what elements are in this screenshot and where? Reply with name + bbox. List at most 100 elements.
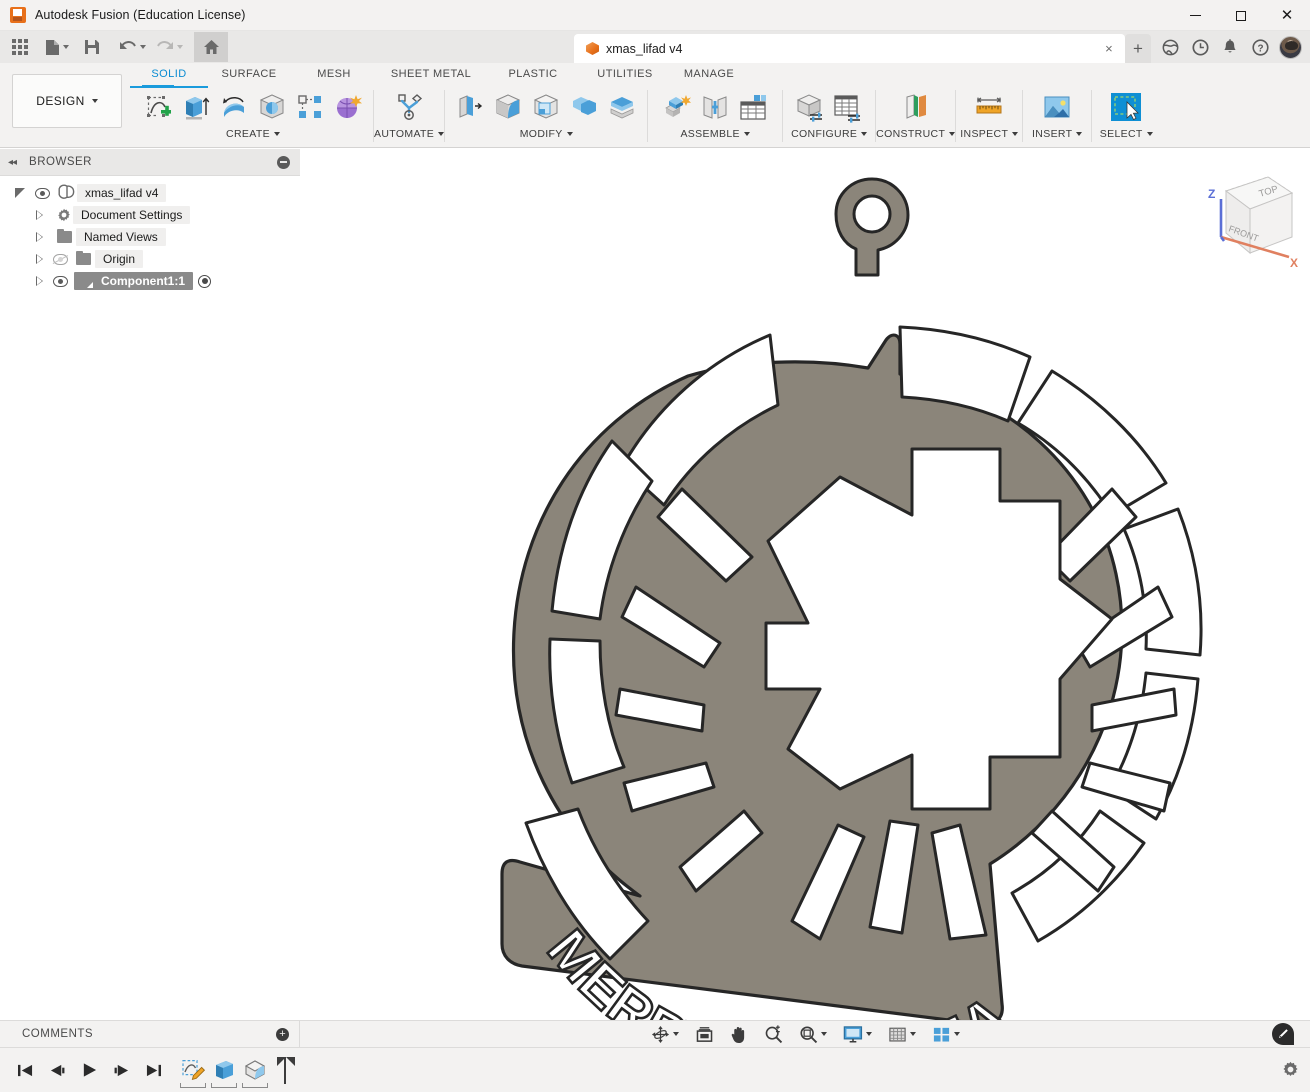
expander-closed-icon[interactable] <box>34 275 45 287</box>
tree-row-root[interactable]: xmas_lifad v4 <box>0 182 300 204</box>
create-form-icon[interactable] <box>332 91 364 123</box>
browser-minimize-button[interactable] <box>277 155 290 169</box>
timeline-feature-bracket <box>180 1083 206 1088</box>
timeline-go-to-end-button[interactable] <box>142 1059 164 1081</box>
home-button[interactable] <box>194 32 228 62</box>
timeline-end-marker[interactable] <box>277 1057 295 1084</box>
timeline-step-back-button[interactable] <box>46 1059 68 1081</box>
tab-sheet-metal[interactable]: SHEET METAL <box>375 67 487 88</box>
settings-gear-button[interactable] <box>1270 1047 1310 1092</box>
configure-model-icon[interactable] <box>794 91 826 123</box>
save-button[interactable] <box>78 33 106 61</box>
ribbon-group-select: SELECT <box>1092 87 1160 145</box>
new-file-button[interactable] <box>42 33 72 61</box>
tab-surface[interactable]: SURFACE <box>205 67 293 88</box>
offset-plane-icon[interactable] <box>900 91 932 123</box>
chevron-down-icon <box>909 1032 916 1036</box>
revolve-icon[interactable] <box>218 91 250 123</box>
notifications-bell-icon[interactable] <box>1215 32 1245 62</box>
comments-panel-header[interactable]: COMMENTS + <box>0 1020 300 1047</box>
job-status-clock-icon[interactable] <box>1185 32 1215 62</box>
display-settings-icon[interactable] <box>841 1023 874 1045</box>
fusion-app-window: Autodesk Fusion (Education License) ✕ xm… <box>0 0 1310 1092</box>
fillet-icon[interactable] <box>492 91 524 123</box>
tab-utilities[interactable]: UTILITIES <box>579 67 671 88</box>
visibility-eye-icon[interactable] <box>53 275 68 287</box>
create-sketch-icon[interactable] <box>142 85 174 123</box>
undo-button[interactable] <box>116 33 149 61</box>
shell-icon[interactable] <box>530 91 562 123</box>
timeline-feature-fillet[interactable] <box>242 1057 268 1083</box>
timeline-play-button[interactable] <box>78 1059 100 1081</box>
extrude-icon[interactable] <box>180 91 212 123</box>
user-avatar[interactable] <box>1279 35 1302 59</box>
browser-collapse-icon[interactable]: ◂◂ <box>8 157 17 168</box>
minimize-button[interactable] <box>1172 0 1218 31</box>
redo-arrow-icon <box>157 41 173 49</box>
timeline-go-to-beginning-button[interactable] <box>14 1059 36 1081</box>
zoom-window-icon[interactable] <box>797 1023 829 1045</box>
app-grid-button[interactable] <box>6 33 34 61</box>
workspace-selector[interactable]: DESIGN <box>12 74 122 128</box>
tab-manage[interactable]: MANAGE <box>671 67 747 88</box>
timeline-feature-sketch[interactable] <box>180 1057 206 1083</box>
close-icon[interactable]: × <box>1099 39 1119 59</box>
viewports-icon[interactable] <box>930 1023 962 1045</box>
chevron-down-icon <box>1012 132 1019 136</box>
window-controls: ✕ <box>1172 0 1310 31</box>
markup-pencil-badge[interactable] <box>1272 1023 1294 1045</box>
visibility-eye-icon[interactable] <box>35 187 50 199</box>
insert-image-icon[interactable] <box>1041 91 1073 123</box>
configuration-table-icon[interactable] <box>832 91 864 123</box>
grid-snaps-icon[interactable] <box>886 1023 918 1045</box>
pattern-icon[interactable] <box>294 91 326 123</box>
tree-row-document-settings[interactable]: Document Settings <box>0 204 300 226</box>
automate-generative-icon[interactable] <box>393 91 425 123</box>
ribbon-group-label-assemble: ASSEMBLE <box>680 128 750 140</box>
grid-apps-icon <box>12 39 28 55</box>
visibility-eye-off-icon[interactable] <box>52 253 69 265</box>
help-icon[interactable]: ? <box>1245 32 1275 62</box>
maximize-button[interactable] <box>1218 0 1264 31</box>
chevron-down-icon <box>566 132 573 136</box>
globe-status-icon[interactable] <box>1155 32 1185 62</box>
zoom-icon[interactable] <box>762 1023 785 1045</box>
ribbon-group-label-inspect: INSPECT <box>960 128 1019 140</box>
view-cube[interactable]: TOP FRONT Z X <box>1190 171 1300 276</box>
new-tab-button[interactable]: + <box>1124 34 1151 63</box>
timeline-step-forward-button[interactable] <box>110 1059 132 1081</box>
look-at-icon[interactable] <box>693 1023 716 1045</box>
press-pull-icon[interactable] <box>454 91 486 123</box>
tree-row-named-views[interactable]: Named Views <box>0 226 300 248</box>
combine-icon[interactable] <box>568 91 600 123</box>
close-button[interactable]: ✕ <box>1264 0 1310 31</box>
document-tab[interactable]: xmas_lifad v4 × <box>574 34 1125 63</box>
activate-component-radio[interactable] <box>198 274 211 288</box>
window-title: Autodesk Fusion (Education License) <box>35 8 246 22</box>
file-icon <box>46 39 59 55</box>
new-component-icon[interactable] <box>661 91 693 123</box>
sweep-icon[interactable] <box>256 91 288 123</box>
timeline-feature-extrude[interactable] <box>211 1057 237 1083</box>
tab-plastic[interactable]: PLASTIC <box>487 67 579 88</box>
viewport-canvas[interactable]: MERRY CHRISTMAS TOP FRONT Z <box>300 149 1310 1047</box>
tree-row-origin[interactable]: Origin <box>0 248 300 270</box>
merry-christmas-ornament-model[interactable]: MERRY CHRISTMAS <box>300 149 1310 1047</box>
expander-open-icon[interactable] <box>14 187 27 200</box>
expander-closed-icon[interactable] <box>34 231 45 243</box>
measure-ruler-icon[interactable] <box>973 91 1005 123</box>
orbit-icon[interactable] <box>649 1023 681 1045</box>
redo-button[interactable] <box>153 33 186 61</box>
tab-right-icon-group: ? <box>1155 31 1310 63</box>
expander-closed-icon[interactable] <box>34 209 45 221</box>
bill-of-materials-icon[interactable] <box>737 91 769 123</box>
add-comment-button[interactable]: + <box>276 1027 289 1041</box>
split-face-icon[interactable] <box>606 91 638 123</box>
tab-mesh[interactable]: MESH <box>293 67 375 88</box>
select-cursor-icon[interactable] <box>1110 91 1142 123</box>
joint-icon[interactable] <box>699 91 731 123</box>
expander-closed-icon[interactable] <box>34 253 45 265</box>
chevron-down-icon <box>91 99 98 103</box>
pan-hand-icon[interactable] <box>728 1023 750 1045</box>
tree-row-component1[interactable]: Component1:1 <box>0 270 300 292</box>
